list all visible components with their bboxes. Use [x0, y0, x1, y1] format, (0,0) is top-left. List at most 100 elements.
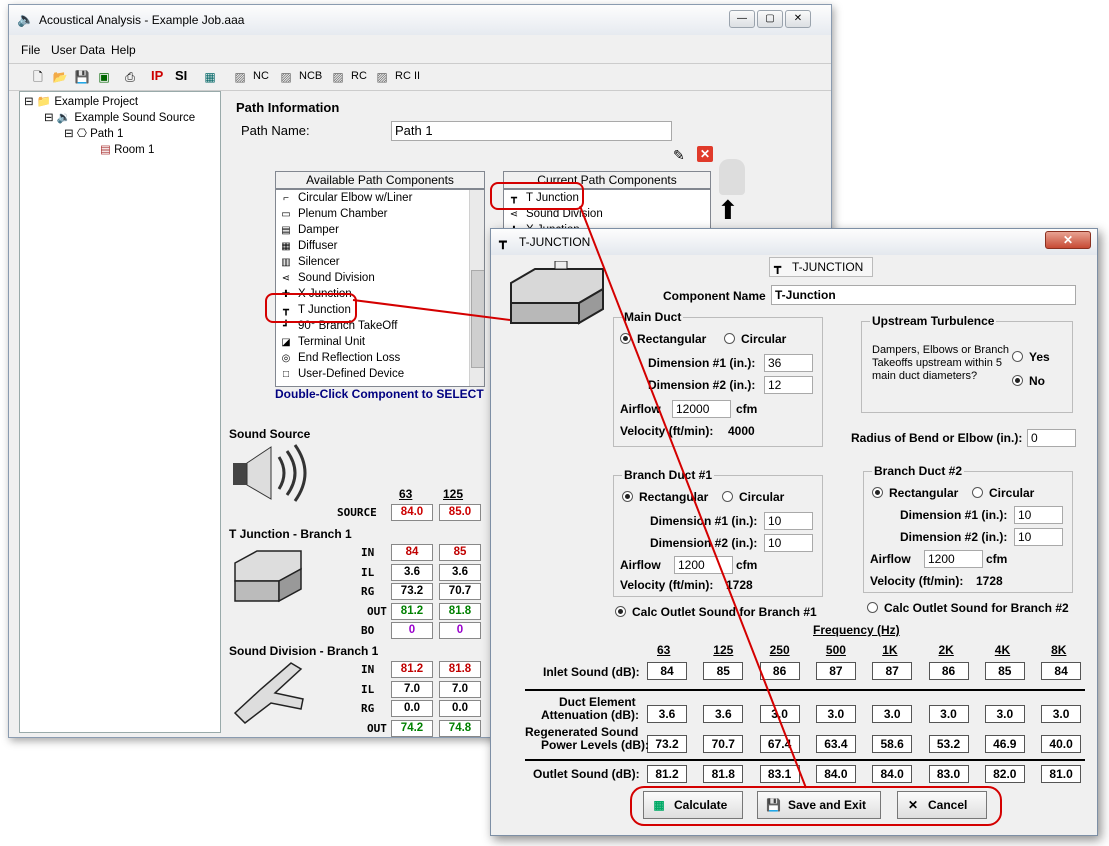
available-component-item[interactable]: □ User-Defined Device: [280, 368, 404, 380]
branch1-dim2-input[interactable]: 10: [764, 534, 813, 552]
save-all-icon[interactable]: ▣: [95, 68, 113, 86]
rc2-button[interactable]: RC II: [395, 70, 420, 82]
available-component-item[interactable]: ⌐ Circular Elbow w/Liner: [280, 192, 412, 204]
t-junction-value-cell: 3.6: [439, 563, 481, 581]
inlet-sound-cell: 84: [647, 662, 687, 680]
available-component-item[interactable]: ▭ Plenum Chamber: [280, 208, 387, 220]
branch1-dim1-input[interactable]: 10: [764, 512, 813, 530]
branch2-circular-radio[interactable]: Circular: [972, 486, 1034, 500]
main-circular-radio[interactable]: Circular: [724, 332, 786, 346]
delete-icon[interactable]: ✕: [697, 146, 713, 162]
save-icon[interactable]: 💾: [73, 68, 91, 86]
rc2-chart-icon[interactable]: ▨: [373, 68, 391, 86]
radius-label: Radius of Bend or Elbow (in.):: [851, 431, 1023, 445]
rc-chart-icon[interactable]: ▨: [329, 68, 347, 86]
available-scrollbar[interactable]: [469, 190, 484, 386]
tree-node-path[interactable]: ⊟ ⎔ Path 1: [64, 126, 123, 140]
divider: [525, 759, 1085, 761]
main-dim1-input[interactable]: 36: [764, 354, 813, 372]
tree-node-source[interactable]: ⊟ 🔉 Example Sound Source: [44, 110, 195, 124]
collapse-icon[interactable]: ⊟: [44, 112, 54, 124]
source-63-cell: 84.0: [391, 504, 433, 521]
path-name-input[interactable]: Path 1: [391, 121, 672, 141]
tree-node-project[interactable]: ⊟ 📁 Example Project: [24, 94, 138, 108]
maximize-button[interactable]: ▢: [757, 10, 783, 28]
frequency-column-header: 1K: [882, 643, 898, 657]
list-item-label: Terminal Unit: [298, 336, 366, 348]
nc-button[interactable]: NC: [253, 70, 269, 82]
calc-branch2-radio[interactable]: Calc Outlet Sound for Branch #2: [867, 601, 1069, 615]
available-component-item[interactable]: ◪ Terminal Unit: [280, 336, 365, 348]
main-airflow-input[interactable]: 12000: [672, 400, 731, 418]
branch1-rectangular-radio[interactable]: Rectangular: [622, 490, 708, 504]
sound-division-value-cell: 81.2: [391, 661, 433, 678]
branch2-rectangular-radio[interactable]: Rectangular: [872, 486, 958, 500]
outlet-sound-cell: 83.0: [928, 765, 969, 783]
list-item-label: Silencer: [298, 256, 340, 268]
component-name-input[interactable]: T-Junction: [771, 285, 1076, 305]
silencer-icon: ▥: [281, 257, 291, 268]
collapse-icon[interactable]: ⊟: [24, 96, 34, 108]
print-icon[interactable]: ⎙: [121, 68, 139, 86]
si-units-button[interactable]: SI: [175, 68, 187, 83]
calc-branch1-radio[interactable]: Calc Outlet Sound for Branch #1: [615, 605, 817, 619]
t-junction-value-cell: 85: [439, 544, 481, 561]
frequency-column-header: 2K: [938, 643, 954, 657]
branch2-dim1-input[interactable]: 10: [1014, 506, 1063, 524]
sound-source-heading: Sound Source: [229, 427, 311, 441]
available-component-item[interactable]: ⋖ Sound Division: [280, 272, 375, 284]
tree-node-room[interactable]: ▤ Room 1: [100, 142, 154, 156]
menu-user-data[interactable]: User Data: [51, 43, 105, 57]
branch1-airflow-input[interactable]: 1200: [674, 556, 733, 574]
calculator-icon[interactable]: ▦: [201, 68, 219, 86]
ncb-button[interactable]: NCB: [299, 70, 322, 82]
user-device-icon: □: [282, 369, 290, 380]
frequency-column-header: 4K: [994, 643, 1011, 657]
nc-chart-icon[interactable]: ▨: [231, 68, 249, 86]
outlet-sound-cell: 81.0: [1041, 765, 1082, 783]
upstream-yes-radio[interactable]: Yes: [1012, 350, 1050, 364]
branch1-circular-radio[interactable]: Circular: [722, 490, 784, 504]
available-components-list[interactable]: ⌐ Circular Elbow w/Liner ▭ Plenum Chamber ▤ D…: [275, 189, 485, 387]
open-folder-icon[interactable]: 📂: [51, 68, 69, 86]
component-name-label: Component Name: [663, 289, 766, 303]
list-item-label: End Reflection Loss: [298, 352, 401, 364]
radius-input[interactable]: 0: [1027, 429, 1076, 447]
rc-button[interactable]: RC: [351, 70, 367, 82]
t-junction-row-label: RG: [361, 585, 375, 598]
project-tree[interactable]: ⊟ 📁 Example Project ⊟ 🔉 Example Sound So…: [19, 91, 221, 733]
available-component-item[interactable]: ▥ Silencer: [280, 256, 340, 268]
scroll-thumb[interactable]: [471, 270, 484, 368]
list-item-label: Diffuser: [298, 240, 338, 252]
list-item-label: Circular Elbow w/Liner: [298, 192, 413, 204]
available-component-item[interactable]: ▦ Diffuser: [280, 240, 337, 252]
branch2-airflow-input[interactable]: 1200: [924, 550, 983, 568]
main-dim2-input[interactable]: 12: [764, 376, 813, 394]
branch2-dim2-input[interactable]: 10: [1014, 528, 1063, 546]
t-junction-icon: ┳: [499, 234, 507, 249]
ncb-chart-icon[interactable]: ▨: [277, 68, 295, 86]
ip-units-button[interactable]: IP: [151, 68, 163, 83]
menu-file[interactable]: File: [21, 43, 40, 57]
menubar: File User Data Help: [9, 41, 831, 61]
regen-label-2: Power Levels (dB):: [541, 738, 650, 752]
minimize-button[interactable]: —: [729, 10, 755, 28]
attenuation-cell: 3.0: [872, 705, 913, 723]
tab-t-junction[interactable]: ┳ T-JUNCTION: [769, 257, 873, 277]
move-up-icon[interactable]: ⬆: [717, 195, 739, 226]
dialog-close-button[interactable]: ✕: [1045, 231, 1091, 249]
branch1-dim1-label: Dimension #1 (in.):: [650, 514, 758, 528]
frequency-column-header: 500: [825, 643, 846, 657]
upstream-no-radio[interactable]: No: [1012, 374, 1045, 388]
available-component-item[interactable]: ▤ Damper: [280, 224, 339, 236]
sound-division-value-cell: 0.0: [439, 700, 481, 717]
inlet-sound-cell: 87: [872, 662, 913, 680]
eraser-icon[interactable]: ✎: [673, 147, 685, 164]
available-component-item[interactable]: ◎ End Reflection Loss: [280, 352, 401, 364]
t-junction-row-label: IN: [361, 546, 375, 559]
main-rectangular-radio[interactable]: Rectangular: [620, 332, 706, 346]
menu-help[interactable]: Help: [111, 43, 136, 57]
collapse-icon[interactable]: ⊟: [64, 128, 74, 140]
new-file-icon[interactable]: 🗋: [29, 68, 47, 86]
close-button[interactable]: ✕: [785, 10, 811, 28]
